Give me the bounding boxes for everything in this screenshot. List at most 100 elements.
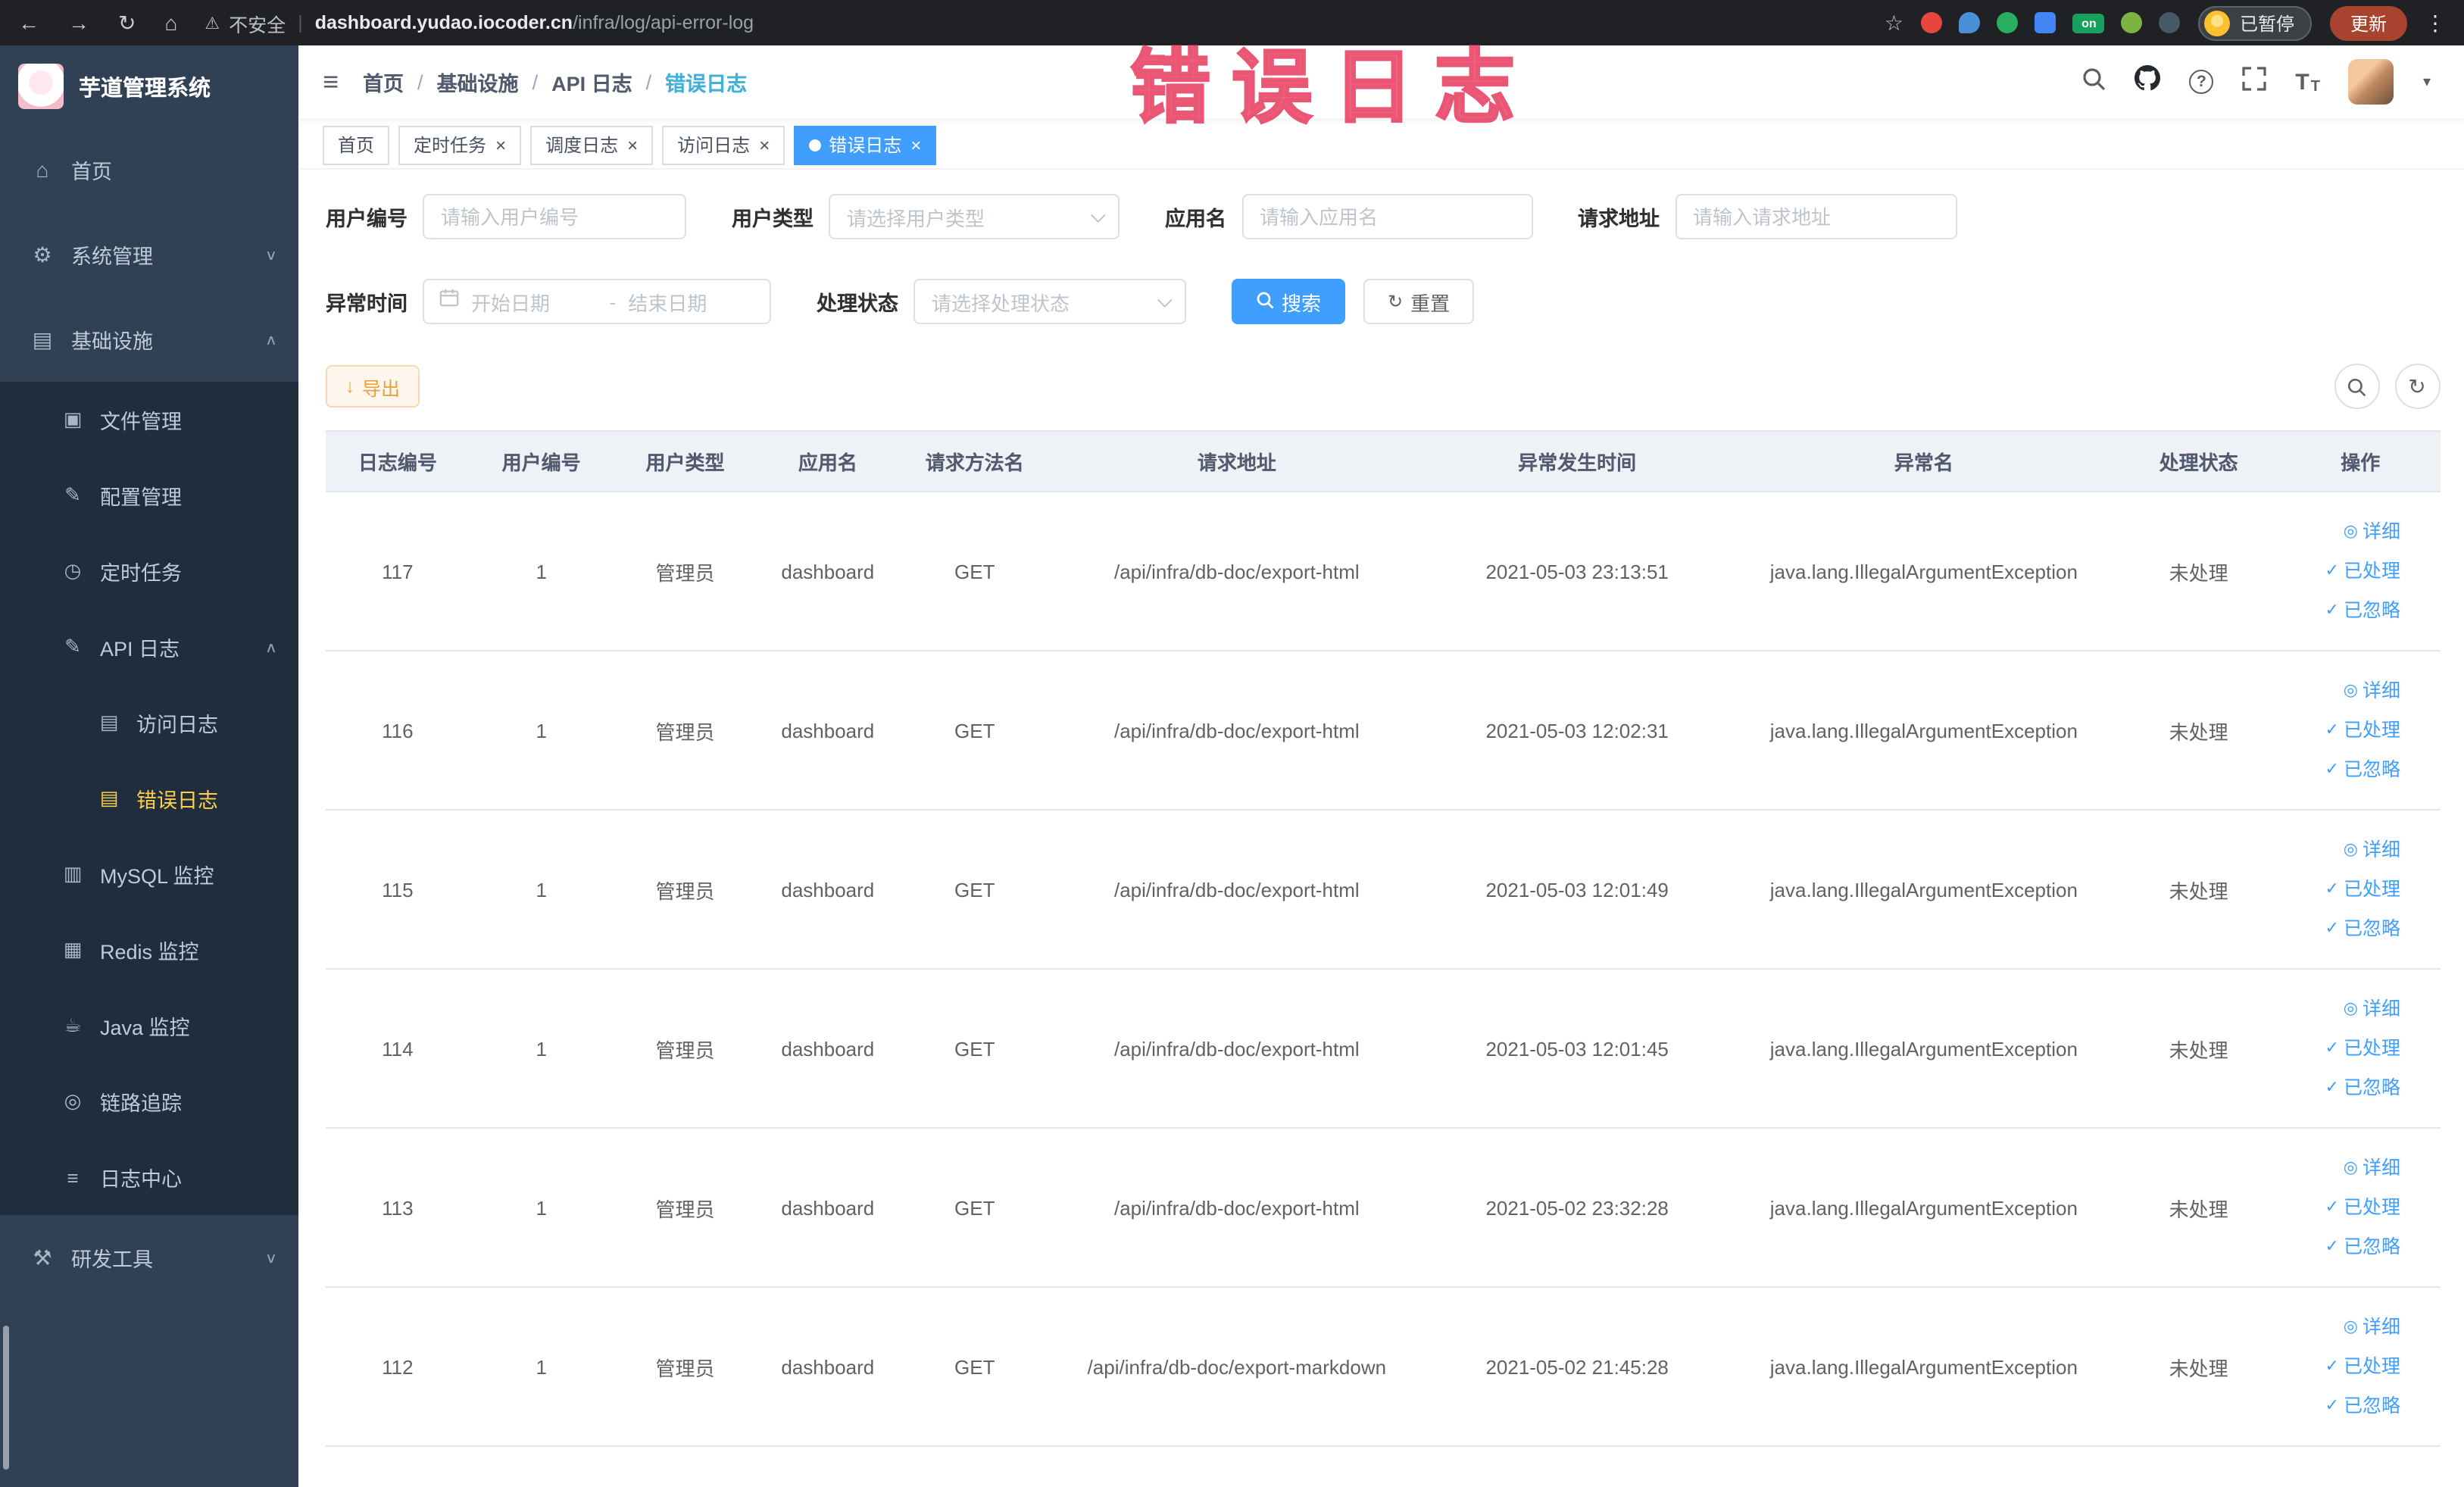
extension-icon-blue-drop[interactable] [1959, 12, 1981, 33]
user-type-select[interactable]: 请选择用户类型 [829, 194, 1120, 239]
breadcrumb-item[interactable]: 首页 [363, 67, 404, 97]
cell-status: 未处理 [2116, 969, 2281, 1129]
tab-item-4[interactable]: 错误日志 × [794, 125, 937, 164]
sidebar-item-file-management[interactable]: ▣ 文件管理 [0, 382, 298, 458]
action-ignored-link[interactable]: ✓ 已忽略 [2288, 1068, 2400, 1107]
action-processed-link[interactable]: ✓ 已处理 [2288, 1188, 2400, 1227]
action-ignored-link[interactable]: ✓ 已忽略 [2288, 1227, 2400, 1267]
sidebar-item-mysql-monitor[interactable]: ▥ MySQL 监控 [0, 836, 298, 912]
action-processed-link[interactable]: ✓ 已处理 [2288, 551, 2400, 591]
action-processed-link[interactable]: ✓ 已处理 [2288, 1347, 2400, 1386]
sidebar-item-config-management[interactable]: ✎ 配置管理 [0, 458, 298, 533]
processed-icon: ✓ [2325, 721, 2339, 739]
export-button[interactable]: ↓ 导出 [326, 365, 420, 408]
sidebar-item-api-log[interactable]: ✎ API 日志 ∧ [0, 609, 298, 685]
fullscreen-icon[interactable] [2242, 66, 2266, 98]
action-processed-link[interactable]: ✓ 已处理 [2288, 870, 2400, 909]
action-ignored-link[interactable]: ✓ 已忽略 [2288, 591, 2400, 630]
browser-menu-icon[interactable]: ⋮ [2425, 10, 2446, 36]
edit-icon: ✎ [64, 483, 81, 506]
back-button[interactable]: ← [18, 11, 39, 35]
action-ignored-link[interactable]: ✓ 已忽略 [2288, 1386, 2400, 1426]
sidebar-item-log-center[interactable]: ≡ 日志中心 [0, 1139, 298, 1215]
sidebar-item-redis-monitor[interactable]: ▦ Redis 监控 [0, 912, 298, 988]
cell-method: GET [898, 969, 1051, 1129]
github-icon[interactable] [2135, 65, 2161, 98]
tab-item-3[interactable]: 访问日志 × [662, 125, 785, 164]
action-ignored-link[interactable]: ✓ 已忽略 [2288, 750, 2400, 789]
help-icon[interactable]: ? [2189, 70, 2214, 94]
eye-icon: ◎ [64, 1089, 82, 1112]
profile-chip[interactable]: 已暂停 [2198, 5, 2313, 40]
action-detail-link[interactable]: ◎ 详细 [2288, 989, 2400, 1029]
cell-status: 未处理 [2116, 1128, 2281, 1288]
extension-icon-blue-grid[interactable] [2035, 12, 2056, 33]
avatar-caret-icon[interactable]: ▾ [2423, 73, 2431, 90]
bookmark-star-icon[interactable]: ☆ [1885, 10, 1903, 36]
reset-button[interactable]: ↻ 重置 [1363, 279, 1475, 324]
sidebar-item-access-log[interactable]: ▤ 访问日志 [0, 685, 298, 761]
extension-icon-red[interactable] [1921, 12, 1943, 33]
tab-close-icon[interactable]: × [627, 134, 638, 155]
cell-time: 2021-05-03 12:01:49 [1422, 810, 1732, 970]
logo[interactable]: 芋道管理系统 [0, 45, 298, 127]
reload-button[interactable]: ↻ [118, 10, 136, 36]
sidebar-item-system[interactable]: ⚙ 系统管理 ∨ [0, 212, 298, 297]
tab-close-icon[interactable]: × [495, 134, 506, 155]
cell-exception: java.lang.IllegalArgumentException [1731, 1128, 2116, 1288]
breadcrumb-item[interactable]: 基础设施 [437, 67, 519, 97]
forward-button[interactable]: → [68, 11, 89, 35]
tab-item-1[interactable]: 定时任务 × [398, 125, 522, 164]
sidebar-item-scheduled-jobs[interactable]: ◷ 定时任务 [0, 533, 298, 609]
font-size-icon[interactable]: TT [2295, 69, 2320, 95]
document-icon: ▤ [99, 786, 119, 809]
process-status-select[interactable]: 请选择处理状态 [913, 279, 1186, 324]
toggle-search-button[interactable] [2334, 364, 2379, 409]
action-detail-link[interactable]: ◎ 详细 [2288, 1307, 2400, 1347]
sidebar-item-devtools[interactable]: ⚒ 研发工具 ∨ [0, 1215, 298, 1300]
security-label[interactable]: 不安全 [229, 8, 286, 37]
sidebar-item-java-monitor[interactable]: ☕ Java 监控 [0, 988, 298, 1064]
action-detail-link[interactable]: ◎ 详细 [2288, 671, 2400, 711]
tab-item-0[interactable]: 首页 [323, 125, 390, 164]
action-ignored-link[interactable]: ✓ 已忽略 [2288, 909, 2400, 948]
sidebar-toggle-button[interactable]: ≡ [323, 66, 339, 98]
dashboard-icon: ⌂ [36, 158, 49, 182]
browser-update-button[interactable]: 更新 [2330, 5, 2406, 40]
search-icon[interactable] [2081, 66, 2106, 98]
app-window: 芋道管理系统 ⌂ 首页 ⚙ 系统管理 ∨ ▤ 基础设施 ∧ ▣ 文件管理 ✎ 配… [0, 45, 2464, 1487]
search-button[interactable]: 搜索 [1232, 279, 1346, 324]
tab-label: 访问日志 [677, 135, 751, 156]
extension-icon-green-circle[interactable] [1997, 12, 2019, 33]
browser-nav-buttons: ← → ↻ ⌂ [18, 10, 177, 36]
user-id-input[interactable] [423, 194, 686, 239]
database-icon: ▥ [63, 862, 83, 885]
action-processed-link[interactable]: ✓ 已处理 [2288, 1029, 2400, 1068]
action-detail-link[interactable]: ◎ 详细 [2288, 1148, 2400, 1188]
action-processed-link[interactable]: ✓ 已处理 [2288, 711, 2400, 750]
tab-close-icon[interactable]: × [759, 134, 770, 155]
user-avatar[interactable] [2348, 59, 2394, 105]
sidebar-item-infrastructure[interactable]: ▤ 基础设施 ∧ [0, 297, 298, 382]
extension-icon-leaf[interactable] [2121, 12, 2143, 33]
app-name-input[interactable] [1241, 194, 1532, 239]
address-bar[interactable]: ⚠ 不安全 | dashboard.yudao.iocoder.cn/infra… [205, 8, 1884, 37]
extension-icon-paw[interactable] [2159, 12, 2181, 33]
cell-app-name: dashboard [757, 1287, 899, 1447]
sidebar-item-home[interactable]: ⌂ 首页 [0, 127, 298, 212]
extension-icon-on-badge[interactable]: on [2072, 13, 2105, 33]
request-url-input[interactable] [1675, 194, 1957, 239]
cell-user-type: 管理员 [613, 1287, 757, 1447]
browser-home-button[interactable]: ⌂ [164, 11, 177, 35]
breadcrumb-item[interactable]: API 日志 [551, 67, 632, 97]
action-detail-link[interactable]: ◎ 详细 [2288, 512, 2400, 551]
tab-close-icon[interactable]: × [910, 134, 921, 155]
sidebar-item-label: 错误日志 [136, 789, 218, 812]
sidebar-scrollbar[interactable] [3, 1325, 9, 1469]
sidebar-item-error-log[interactable]: ▤ 错误日志 [0, 761, 298, 836]
action-detail-link[interactable]: ◎ 详细 [2288, 830, 2400, 870]
sidebar-item-trace[interactable]: ◎ 链路追踪 [0, 1064, 298, 1139]
tab-item-2[interactable]: 调度日志 × [530, 125, 654, 164]
date-range-picker[interactable]: 开始日期 - 结束日期 [423, 279, 771, 324]
refresh-table-button[interactable]: ↻ [2394, 364, 2440, 409]
